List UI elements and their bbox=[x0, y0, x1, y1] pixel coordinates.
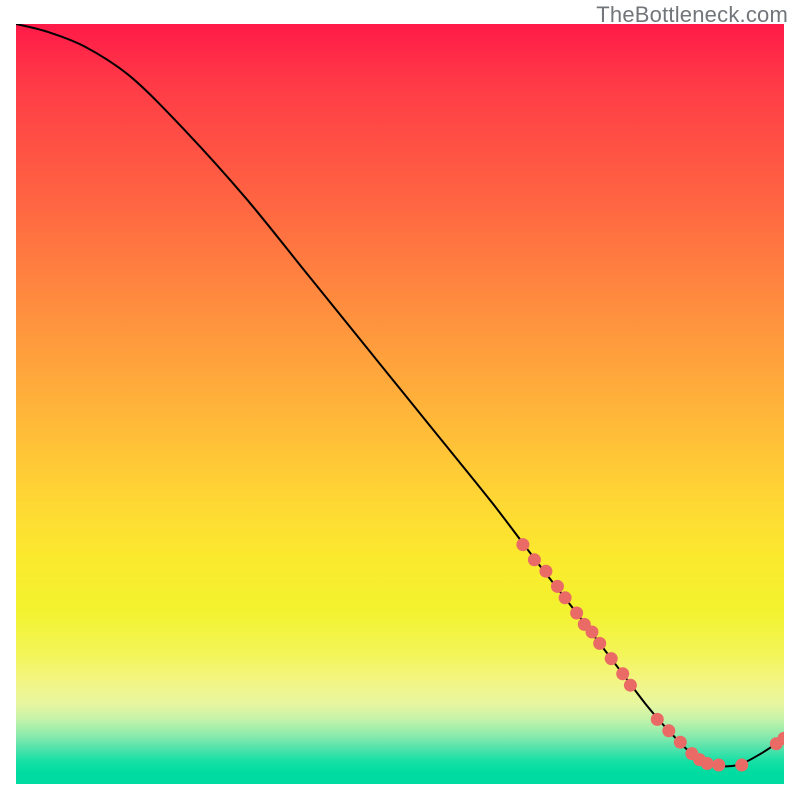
highlight-point bbox=[559, 591, 572, 604]
highlight-point bbox=[616, 667, 629, 680]
highlight-point bbox=[605, 652, 618, 665]
highlight-point bbox=[528, 553, 541, 566]
highlight-points bbox=[516, 538, 784, 771]
highlight-point bbox=[651, 713, 664, 726]
highlight-point bbox=[586, 626, 599, 639]
chart-container: TheBottleneck.com bbox=[0, 0, 800, 800]
chart-overlay bbox=[16, 24, 784, 784]
highlight-point bbox=[701, 757, 714, 770]
highlight-point bbox=[551, 580, 564, 593]
highlight-point bbox=[593, 637, 606, 650]
highlight-point bbox=[570, 607, 583, 620]
highlight-point bbox=[735, 759, 748, 772]
watermark-text: TheBottleneck.com bbox=[596, 2, 788, 28]
highlight-point bbox=[662, 724, 675, 737]
highlight-point bbox=[674, 736, 687, 749]
highlight-point bbox=[539, 565, 552, 578]
data-curve bbox=[16, 24, 784, 766]
highlight-point bbox=[624, 679, 637, 692]
highlight-point bbox=[516, 538, 529, 551]
highlight-point bbox=[712, 759, 725, 772]
